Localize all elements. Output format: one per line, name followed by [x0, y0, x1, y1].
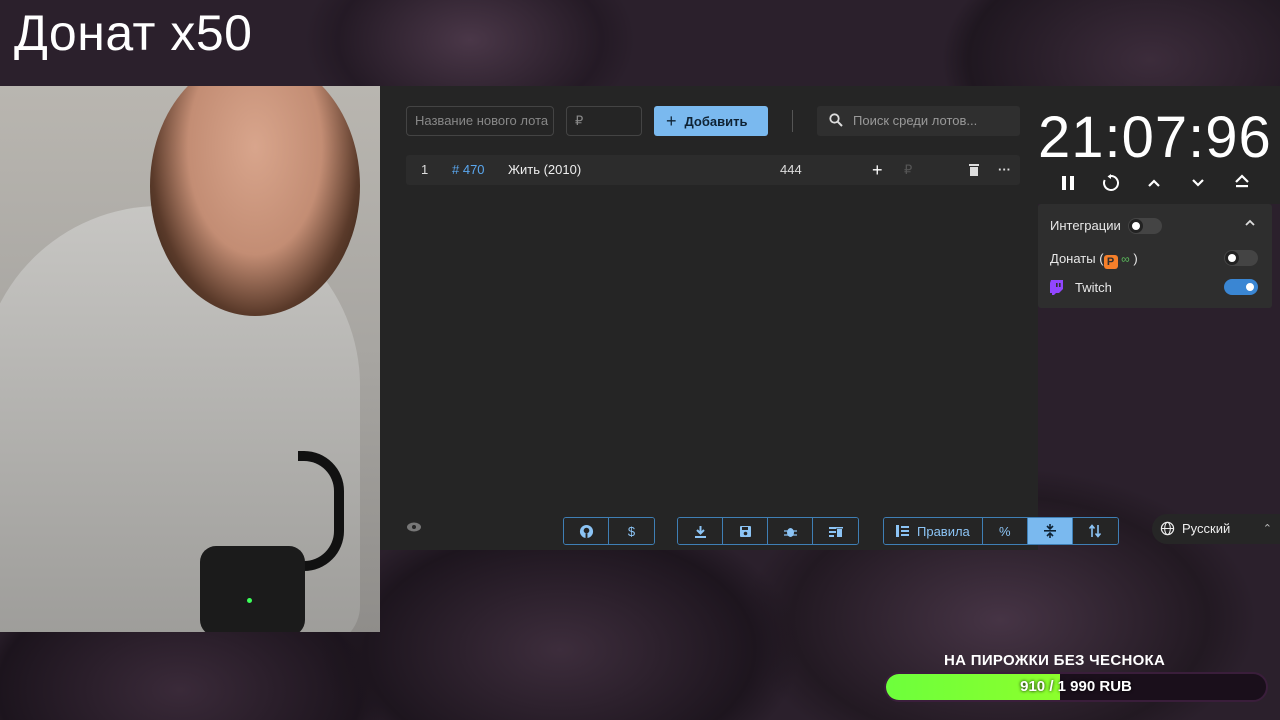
add-lot-button[interactable]: + Добавить — [654, 106, 768, 136]
chevron-up-icon[interactable] — [1244, 216, 1256, 231]
clear-list-icon[interactable] — [813, 518, 858, 544]
donation-goal-bar: 910 / 1 990 RUB — [884, 672, 1268, 702]
github-icon[interactable] — [564, 518, 609, 544]
lot-amount[interactable]: 444 — [780, 155, 802, 185]
integrations-title: Интеграции — [1050, 218, 1121, 233]
chevron-down-icon[interactable] — [1186, 172, 1210, 193]
rules-label: Правила — [917, 523, 970, 539]
language-select[interactable]: Русский ⌃ — [1152, 514, 1280, 544]
new-lot-name-input[interactable]: Название нового лота — [406, 106, 554, 136]
chair-arm — [298, 451, 344, 571]
divider — [792, 110, 793, 132]
reset-icon[interactable] — [1099, 172, 1123, 193]
divide-icon[interactable] — [1027, 518, 1073, 544]
rules-button[interactable]: Правила — [884, 518, 983, 544]
integrations-panel: Интеграции Донаты (P ∞ ) Twitch — [1038, 204, 1272, 308]
timer-display: 21:07:96 — [1038, 105, 1272, 170]
file-button-group — [677, 517, 859, 545]
timer-controls — [1056, 172, 1276, 196]
new-lot-amount-input[interactable]: ₽ — [566, 106, 642, 136]
lot-row[interactable]: 1 # 470 Жить (2010) 444 + ₽ ··· — [406, 155, 1020, 185]
more-options-icon[interactable]: ··· — [998, 155, 1011, 185]
auction-panel: Название нового лота ₽ + Добавить Поиск с… — [380, 86, 1119, 550]
eye-icon[interactable] — [406, 520, 422, 536]
donationalerts-icon: P — [1103, 255, 1118, 269]
download-icon[interactable] — [678, 518, 723, 544]
plus-icon: + — [666, 111, 677, 131]
chevron-up-icon[interactable] — [1142, 172, 1166, 193]
speaker-device — [200, 546, 305, 632]
twitch-label: Twitch — [1075, 280, 1112, 295]
settings-button-group: Правила % — [883, 517, 1119, 545]
lot-search-input[interactable]: Поиск среди лотов... — [817, 106, 1020, 136]
lot-name[interactable]: Жить (2010) — [508, 155, 581, 185]
donate-button[interactable]: $ — [609, 518, 654, 544]
percent-button[interactable]: % — [982, 518, 1028, 544]
links-button-group: $ — [563, 517, 655, 545]
donation-goal-text: 910 / 1 990 RUB — [1020, 678, 1132, 695]
globe-icon — [1160, 514, 1175, 544]
webcam-feed — [0, 86, 380, 632]
donations-toggle[interactable] — [1224, 250, 1258, 266]
search-placeholder: Поиск среди лотов... — [853, 113, 978, 128]
twitch-toggle[interactable] — [1224, 279, 1258, 295]
save-icon[interactable] — [723, 518, 768, 544]
lot-currency: ₽ — [904, 162, 913, 177]
pause-icon[interactable] — [1056, 172, 1080, 193]
double-up-icon[interactable] — [1230, 172, 1254, 193]
donations-label: Донаты (P ∞ ) — [1050, 251, 1138, 269]
timer-panel: 21:07:96 — [1038, 86, 1280, 204]
sort-icon[interactable] — [1072, 518, 1118, 544]
add-lot-label: Добавить — [684, 114, 748, 129]
stream-overlay-title: Донат x50 — [14, 5, 253, 61]
select-chevron-icon: ⌃ — [1262, 523, 1272, 535]
twitch-icon — [1050, 280, 1064, 295]
search-icon — [829, 106, 843, 136]
bug-icon[interactable] — [768, 518, 813, 544]
donations-label-text: Донаты ( — [1050, 251, 1104, 266]
device-led — [247, 598, 252, 603]
lot-id-link[interactable]: # 470 — [452, 155, 485, 185]
language-label: Русский — [1182, 521, 1231, 536]
da-link-icon: ∞ — [1121, 252, 1130, 266]
integrations-master-toggle[interactable] — [1128, 218, 1162, 234]
lot-add-amount-button[interactable]: + — [872, 155, 883, 185]
lot-index: 1 — [421, 162, 429, 177]
donation-goal-title: НА ПИРОЖКИ БЕЗ ЧЕСНОКА — [944, 652, 1166, 669]
trash-icon[interactable] — [968, 155, 980, 185]
donations-label-close: ) — [1129, 251, 1138, 266]
